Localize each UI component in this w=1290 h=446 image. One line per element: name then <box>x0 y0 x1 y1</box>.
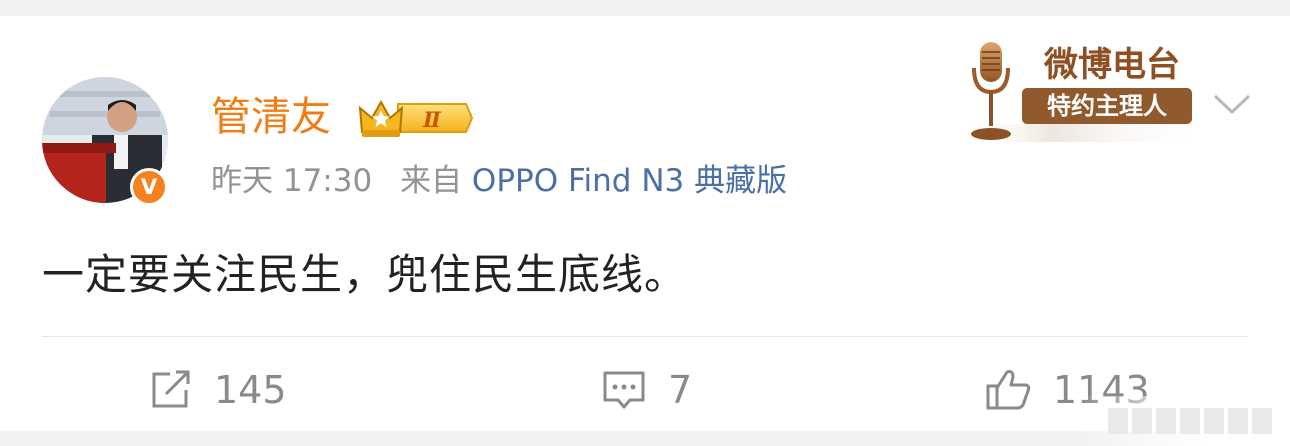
source-prefix: 来自 <box>400 163 463 199</box>
post-time: 昨天 17:30 <box>211 163 373 199</box>
post-meta: 昨天 17:30 来自 OPPO Find N3 典藏版 <box>211 158 787 204</box>
post-text: 一定要关注民生，兜住民生底线。 <box>42 250 688 299</box>
comment-icon <box>603 371 645 409</box>
repost-button[interactable]: 145 <box>150 364 287 416</box>
radio-badge-subtitle: 特约主理人 <box>1047 92 1167 120</box>
verified-v-icon: V <box>130 168 168 206</box>
chevron-down-icon[interactable] <box>1212 88 1252 120</box>
repost-count: 145 <box>214 368 287 412</box>
thumbs-up-icon <box>986 370 1031 410</box>
crown-icon[interactable]: Ⅱ <box>358 96 474 140</box>
source-device-link[interactable]: OPPO Find N3 典藏版 <box>472 163 787 199</box>
share-icon <box>152 370 190 408</box>
weibo-post-card: V 管清友 Ⅱ 昨天 17:30 来自 OPPO Find N3 典藏版 微博电… <box>0 16 1290 446</box>
watermark <box>1108 408 1272 434</box>
comment-count: 7 <box>668 368 693 412</box>
divider <box>42 336 1248 337</box>
author-name[interactable]: 管清友 <box>211 88 331 146</box>
vip-level-label: Ⅱ <box>422 107 442 132</box>
microphone-icon[interactable]: 微博电台 特约主理人 <box>966 40 1210 146</box>
radio-badge-title: 微博电台 <box>1043 45 1180 85</box>
comment-button[interactable]: 7 <box>602 364 692 416</box>
